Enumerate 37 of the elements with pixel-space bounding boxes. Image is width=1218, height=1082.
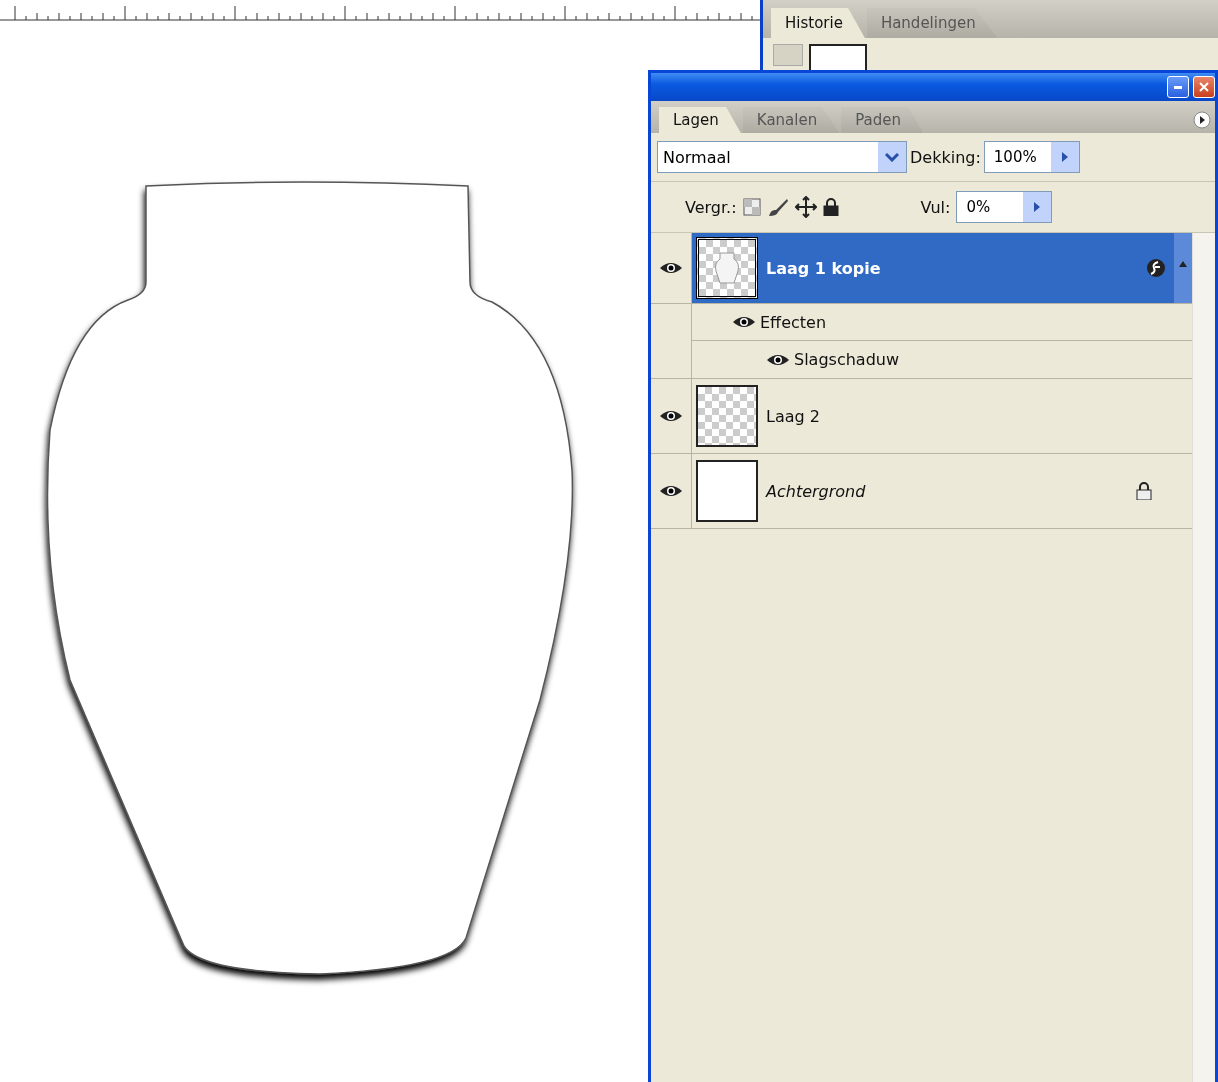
eye-icon[interactable] — [659, 409, 683, 423]
panel-tab[interactable]: Kanalen — [742, 107, 840, 133]
lock-icon[interactable] — [822, 198, 839, 216]
opacity-field[interactable]: 100% — [983, 141, 1080, 173]
lock-label: Vergr.: — [685, 197, 737, 217]
panel-menu-icon[interactable] — [1193, 111, 1211, 129]
layer-row[interactable]: Laag 1 kopie — [692, 233, 1192, 303]
close-button[interactable] — [1193, 76, 1215, 98]
scrollbar[interactable] — [1192, 233, 1215, 1082]
chevron-down-icon — [885, 152, 899, 162]
fill-field[interactable]: 0% — [956, 191, 1053, 223]
layer-name: Achtergrond — [766, 481, 867, 501]
panel-tab[interactable]: Paden — [841, 107, 923, 133]
panel-tab[interactable]: Lagen — [659, 107, 741, 133]
layer-name: Laag 2 — [766, 406, 821, 426]
brush-icon[interactable] — [766, 197, 789, 217]
effect-label[interactable]: Effecten — [760, 312, 827, 332]
eye-icon[interactable] — [659, 484, 683, 498]
close-icon — [1199, 82, 1209, 92]
eye-icon[interactable] — [732, 315, 756, 329]
panel-tab[interactable]: Handelingen — [866, 8, 998, 38]
collapse-arrow-icon[interactable] — [1179, 261, 1187, 267]
opacity-label: Dekking: — [910, 147, 981, 167]
minimize-icon — [1174, 85, 1182, 89]
panel-tab[interactable]: Historie — [771, 8, 865, 38]
blend-mode-dropdown[interactable]: Normaal — [657, 141, 907, 173]
minimize-button[interactable] — [1167, 76, 1189, 98]
layer-name: Laag 1 kopie — [766, 258, 882, 278]
eye-icon[interactable] — [766, 352, 790, 367]
layer-row[interactable]: Laag 2 — [692, 379, 1192, 453]
move-icon[interactable] — [794, 196, 817, 218]
effect-label[interactable]: Slagschaduw — [794, 350, 900, 369]
fill-label: Vul: — [920, 197, 951, 217]
caret-right-icon — [1061, 152, 1068, 162]
eye-icon[interactable] — [659, 261, 683, 275]
caret-right-icon — [1034, 202, 1041, 212]
layer-row[interactable]: Achtergrond — [692, 454, 1192, 528]
